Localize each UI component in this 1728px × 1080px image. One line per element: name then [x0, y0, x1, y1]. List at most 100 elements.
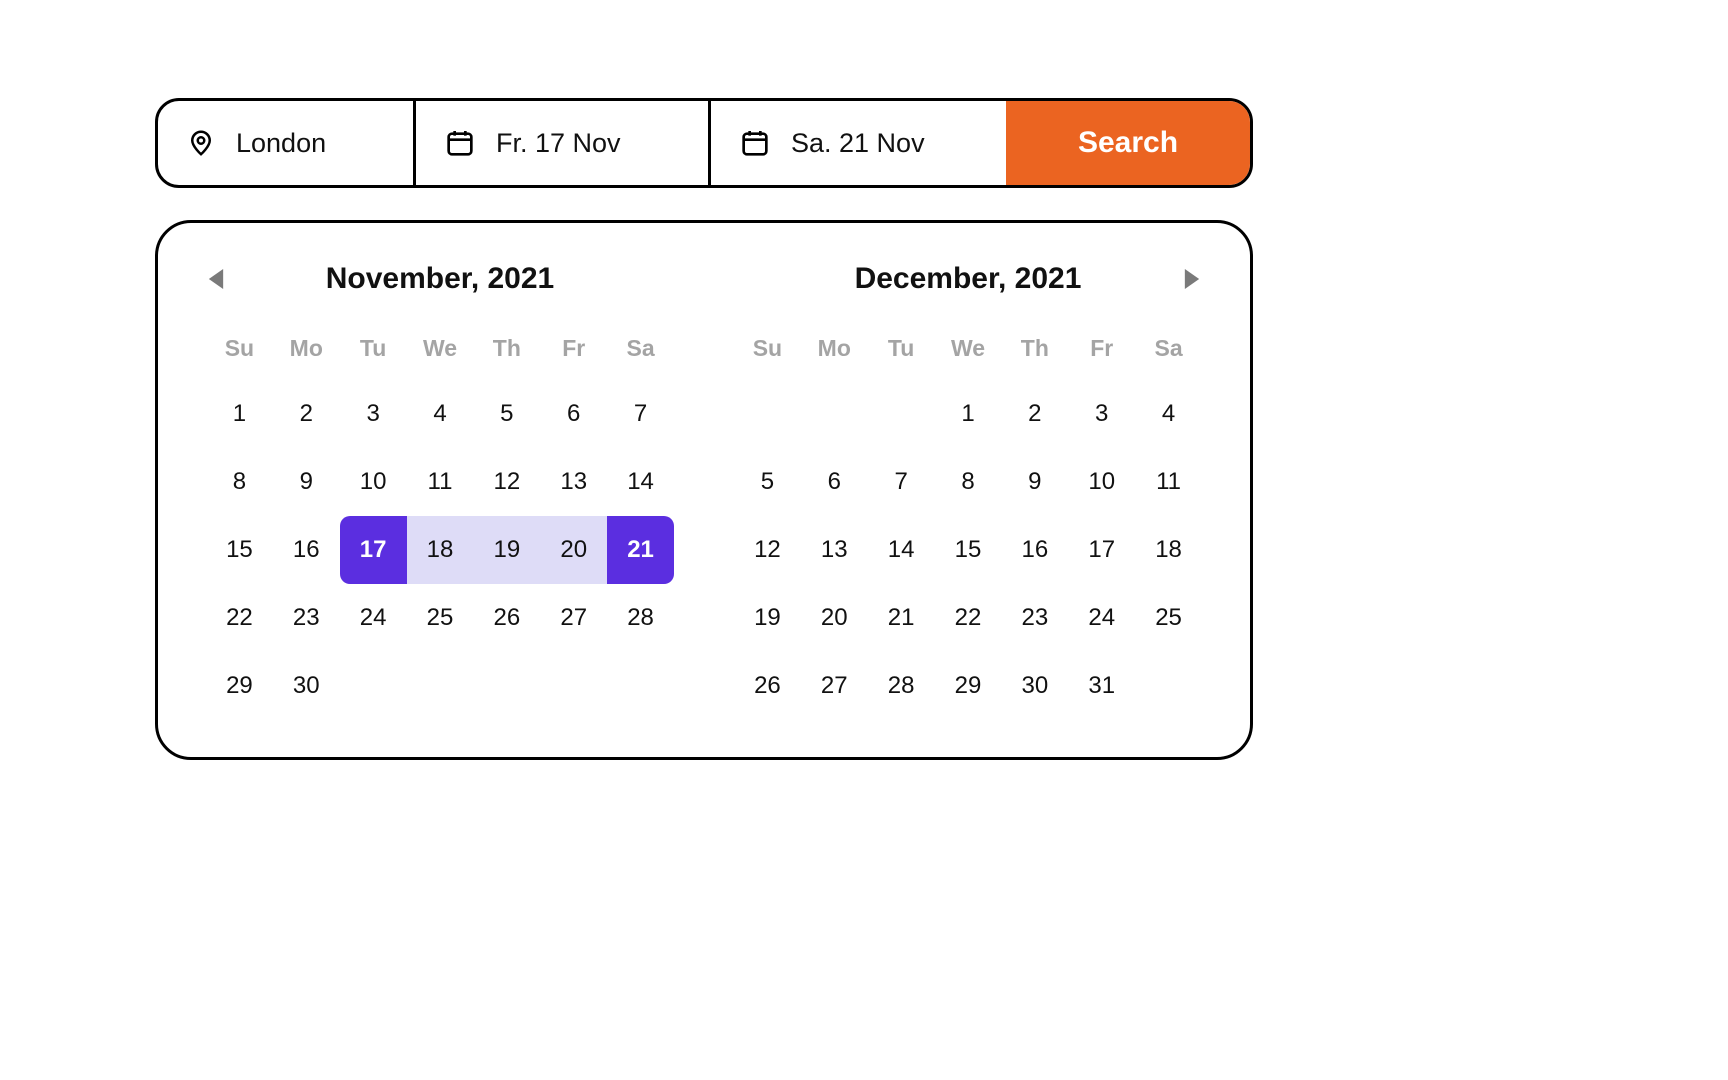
calendar-day[interactable]: 5 — [734, 448, 801, 516]
calendar-day[interactable]: 12 — [473, 448, 540, 516]
calendar-day[interactable]: 8 — [935, 448, 1002, 516]
month-header: December, 2021 — [734, 259, 1202, 299]
calendar-day[interactable]: 15 — [935, 516, 1002, 584]
calendar-day[interactable]: 11 — [1135, 448, 1202, 516]
calendar-day[interactable]: 23 — [1001, 584, 1068, 652]
location-value: London — [236, 128, 326, 159]
booking-search-bar: London Fr. 17 Nov — [155, 98, 1253, 188]
weekday-label: Mo — [273, 335, 340, 380]
calendar-day[interactable]: 18 — [1135, 516, 1202, 584]
calendar-day[interactable]: 16 — [1001, 516, 1068, 584]
calendar-day[interactable]: 16 — [273, 516, 340, 584]
calendar-day[interactable]: 24 — [1068, 584, 1135, 652]
calendar-day[interactable]: 18 — [407, 516, 474, 584]
checkin-field[interactable]: Fr. 17 Nov — [416, 101, 711, 185]
calendar-day[interactable]: 25 — [407, 584, 474, 652]
calendar-day[interactable]: 9 — [1001, 448, 1068, 516]
weekday-label: Sa — [1135, 335, 1202, 380]
calendar-week-row: 891011121314 — [206, 448, 674, 516]
calendar-week-row: 22232425262728 — [206, 584, 674, 652]
calendar-day[interactable]: 27 — [540, 584, 607, 652]
calendar-day[interactable]: 2 — [1001, 380, 1068, 448]
weekday-header-row: SuMoTuWeThFrSa — [734, 335, 1202, 380]
calendar-week-row: 12131415161718 — [734, 516, 1202, 584]
checkout-field[interactable]: Sa. 21 Nov — [711, 101, 1006, 185]
weekday-label: We — [407, 335, 474, 380]
calendar-day-empty — [801, 380, 868, 448]
calendar-day[interactable]: 29 — [935, 652, 1002, 720]
calendar-day[interactable]: 14 — [607, 448, 674, 516]
calendar-day-empty — [540, 652, 607, 720]
calendar-day[interactable]: 11 — [407, 448, 474, 516]
calendar-day[interactable]: 19 — [473, 516, 540, 584]
weekday-label: We — [935, 335, 1002, 380]
calendar-day[interactable]: 17 — [340, 516, 407, 584]
weekday-label: Su — [206, 335, 273, 380]
calendar-day[interactable]: 12 — [734, 516, 801, 584]
prev-month-button[interactable] — [206, 267, 226, 291]
next-month-button[interactable] — [1182, 267, 1202, 291]
checkout-value: Sa. 21 Nov — [791, 128, 925, 159]
weekday-header-row: SuMoTuWeThFrSa — [206, 335, 674, 380]
calendar-week-row: 1234567 — [206, 380, 674, 448]
calendar-day[interactable]: 1 — [935, 380, 1002, 448]
calendar-day[interactable]: 7 — [607, 380, 674, 448]
calendar-grid: 1234567891011121314151617181920212223242… — [734, 380, 1202, 720]
search-button[interactable]: Search — [1006, 101, 1250, 185]
weekday-label: Su — [734, 335, 801, 380]
calendar-day-empty — [734, 380, 801, 448]
calendar-day-empty — [473, 652, 540, 720]
calendar-week-row: 15161718192021 — [206, 516, 674, 584]
calendar-day[interactable]: 21 — [868, 584, 935, 652]
calendar-day[interactable]: 24 — [340, 584, 407, 652]
calendar-day[interactable]: 2 — [273, 380, 340, 448]
calendar-day[interactable]: 28 — [607, 584, 674, 652]
calendar-day[interactable]: 31 — [1068, 652, 1135, 720]
search-button-label: Search — [1078, 126, 1178, 160]
calendar-day[interactable]: 4 — [1135, 380, 1202, 448]
calendar-day[interactable]: 27 — [801, 652, 868, 720]
calendar-day[interactable]: 9 — [273, 448, 340, 516]
calendar-day[interactable]: 19 — [734, 584, 801, 652]
checkin-value: Fr. 17 Nov — [496, 128, 621, 159]
calendar-day[interactable]: 1 — [206, 380, 273, 448]
calendar-day-empty — [340, 652, 407, 720]
calendar-day[interactable]: 13 — [540, 448, 607, 516]
calendar-day-empty — [868, 380, 935, 448]
calendar-day[interactable]: 7 — [868, 448, 935, 516]
calendar-day[interactable]: 22 — [935, 584, 1002, 652]
calendar-week-row: 1234 — [734, 380, 1202, 448]
calendar-day[interactable]: 3 — [1068, 380, 1135, 448]
calendar-day[interactable]: 20 — [540, 516, 607, 584]
calendar-day[interactable]: 30 — [273, 652, 340, 720]
calendar-day[interactable]: 20 — [801, 584, 868, 652]
calendar-day[interactable]: 25 — [1135, 584, 1202, 652]
calendar-day[interactable]: 10 — [340, 448, 407, 516]
calendar-day[interactable]: 13 — [801, 516, 868, 584]
location-field[interactable]: London — [158, 101, 416, 185]
calendar-day[interactable]: 26 — [473, 584, 540, 652]
calendar-day[interactable]: 6 — [801, 448, 868, 516]
calendar-day[interactable]: 15 — [206, 516, 273, 584]
calendar-day[interactable]: 23 — [273, 584, 340, 652]
calendar-day[interactable]: 29 — [206, 652, 273, 720]
calendar-day[interactable]: 22 — [206, 584, 273, 652]
calendar-week-row: 19202122232425 — [734, 584, 1202, 652]
calendar-week-row: 262728293031 — [734, 652, 1202, 720]
calendar-day[interactable]: 5 — [473, 380, 540, 448]
calendar-day[interactable]: 6 — [540, 380, 607, 448]
calendar-day[interactable]: 14 — [868, 516, 935, 584]
calendar-day[interactable]: 3 — [340, 380, 407, 448]
calendar-day[interactable]: 8 — [206, 448, 273, 516]
month-title: December, 2021 — [754, 262, 1182, 296]
weekday-label: Tu — [340, 335, 407, 380]
calendar-week-row: 567891011 — [734, 448, 1202, 516]
calendar-day[interactable]: 26 — [734, 652, 801, 720]
calendar-day[interactable]: 30 — [1001, 652, 1068, 720]
calendar-day[interactable]: 21 — [607, 516, 674, 584]
calendar-day[interactable]: 17 — [1068, 516, 1135, 584]
calendar-day[interactable]: 4 — [407, 380, 474, 448]
calendar-month-left: November, 2021 SuMoTuWeThFrSa 1234567891… — [206, 259, 674, 737]
calendar-day[interactable]: 10 — [1068, 448, 1135, 516]
calendar-day[interactable]: 28 — [868, 652, 935, 720]
